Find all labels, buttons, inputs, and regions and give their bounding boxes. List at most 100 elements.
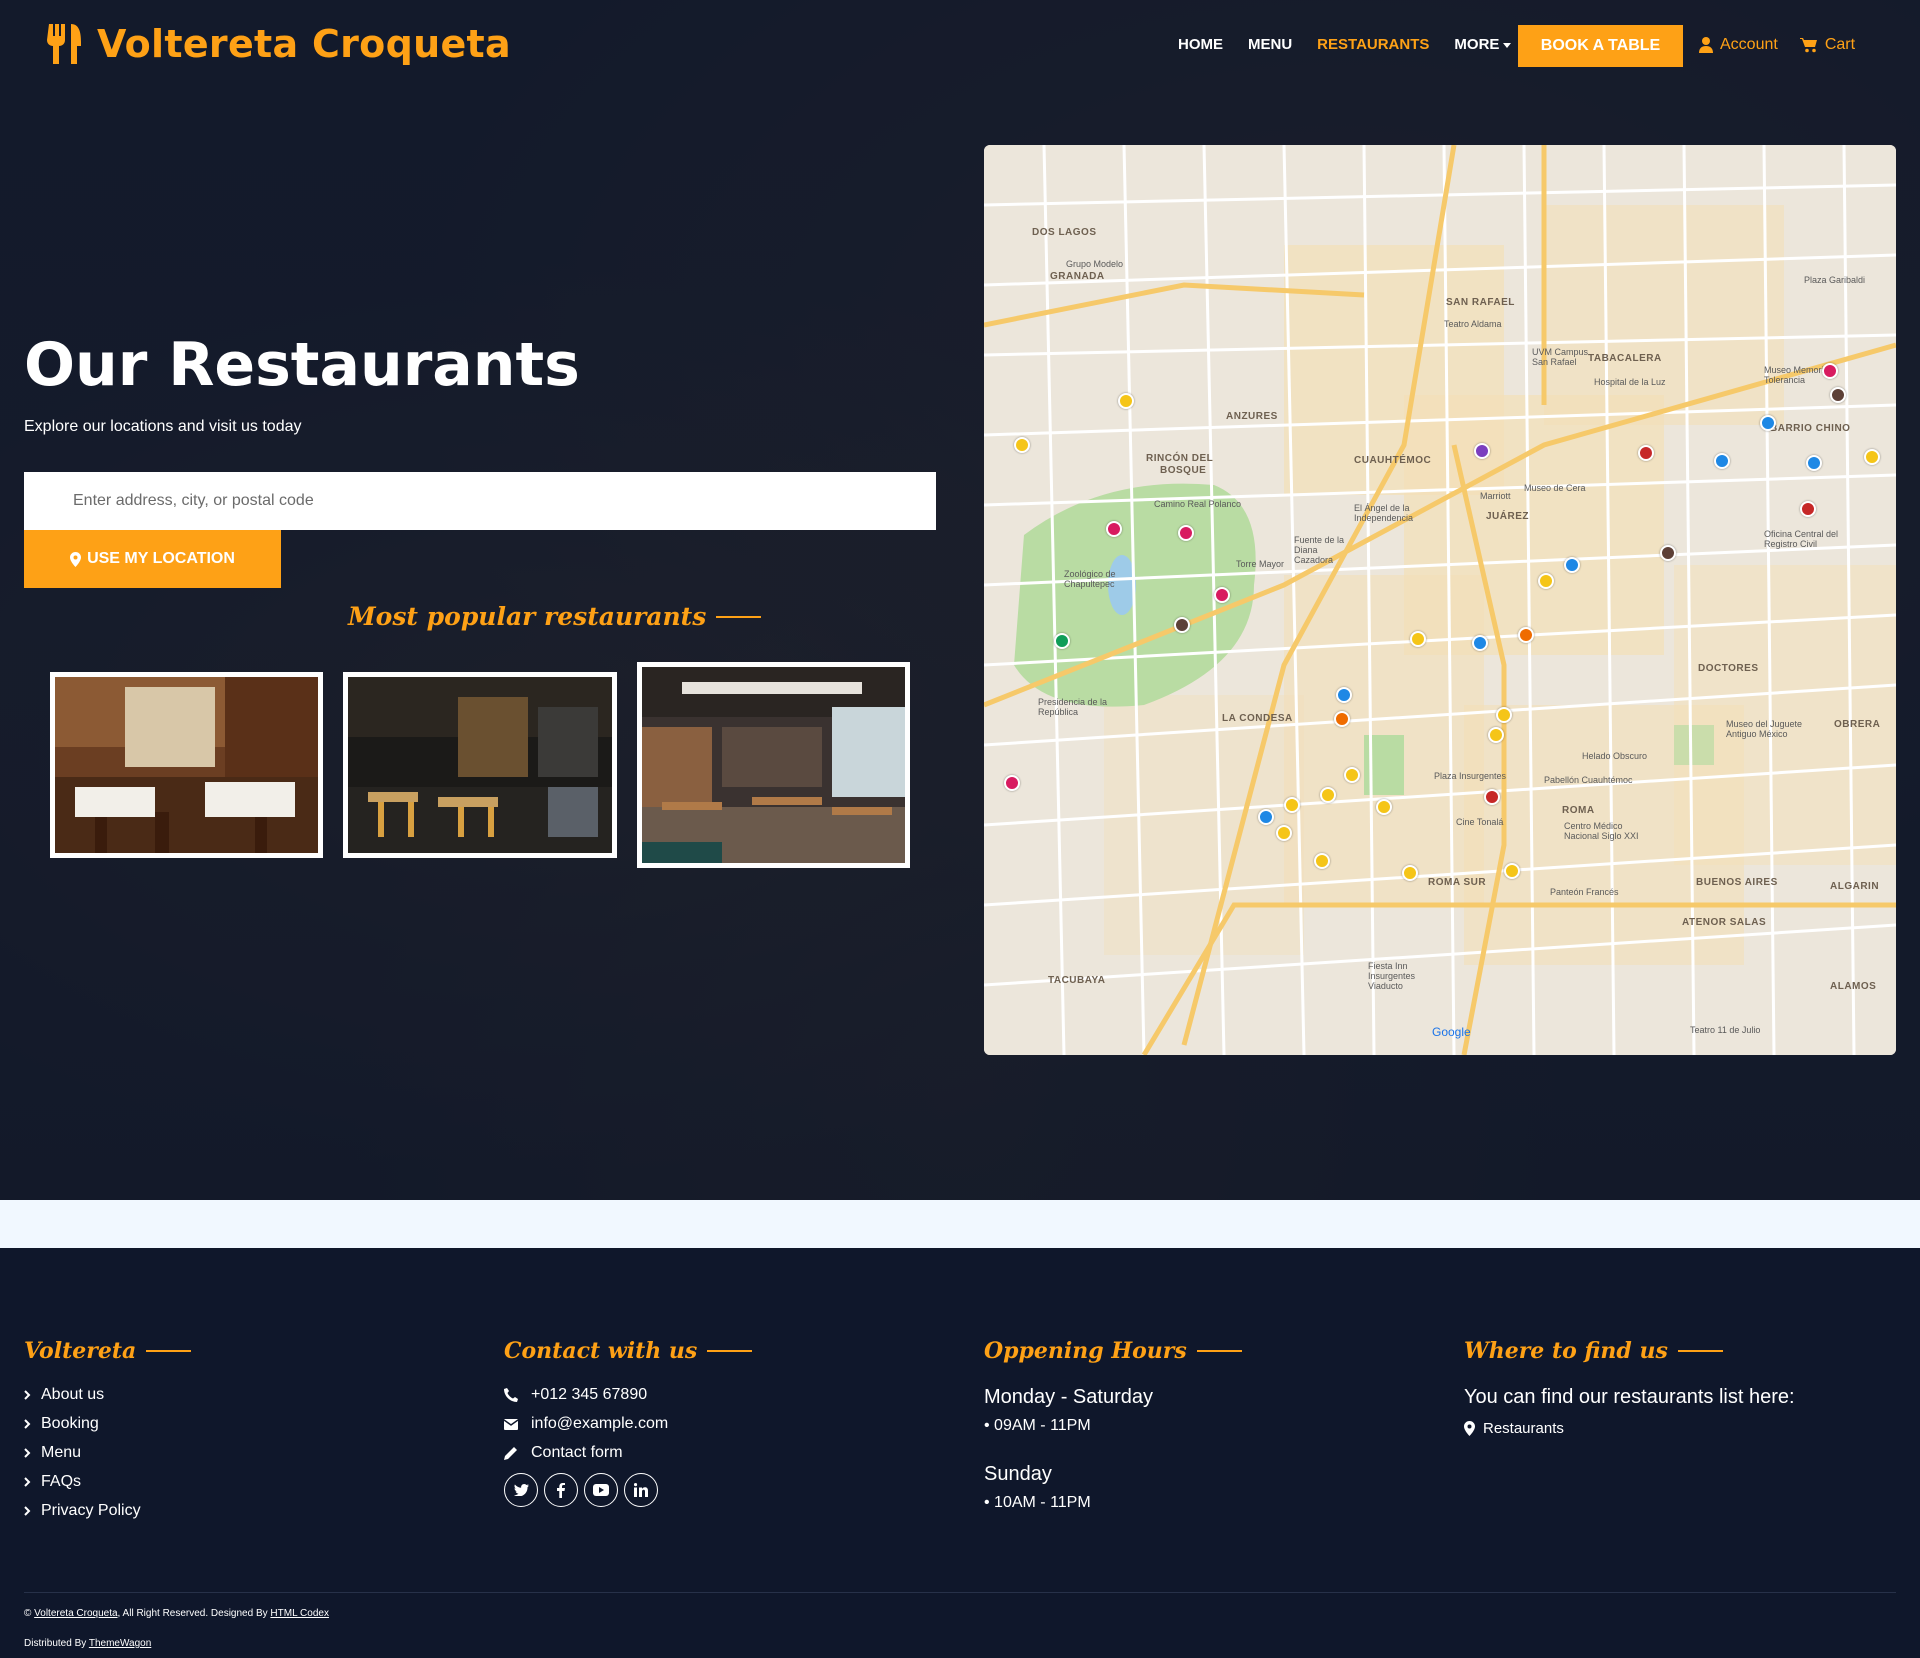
map-pin-restaurant[interactable] xyxy=(1504,863,1520,879)
nav-menu-link[interactable]: MENU xyxy=(1248,36,1292,53)
map-pin-restaurant[interactable] xyxy=(1638,445,1654,461)
map-label-chapultepec: Zoológico de Chapultepec xyxy=(1064,569,1116,589)
map-label-bosque: BOSQUE xyxy=(1160,465,1207,476)
twitter-button[interactable] xyxy=(504,1473,538,1507)
map-pin-restaurant[interactable] xyxy=(1472,635,1488,651)
restaurant-photo-3[interactable] xyxy=(637,662,910,868)
address-search-input[interactable] xyxy=(24,472,936,530)
map-pin-restaurant[interactable] xyxy=(1410,631,1426,647)
heading-divider xyxy=(1196,1350,1242,1352)
map-pin-restaurant[interactable] xyxy=(1334,711,1350,727)
youtube-button[interactable] xyxy=(584,1473,618,1507)
heading-divider xyxy=(707,1350,753,1352)
map-label-cine: Cine Tonalá xyxy=(1456,817,1504,827)
book-table-button[interactable]: BOOK A TABLE xyxy=(1518,25,1683,67)
map-pin-restaurant[interactable] xyxy=(1118,393,1134,409)
distributed-text: Distributed By ThemeWagon xyxy=(24,1638,151,1649)
linkedin-button[interactable] xyxy=(624,1473,658,1507)
designer-link[interactable]: HTML Codex xyxy=(270,1608,329,1619)
footer-link-privacy[interactable]: Privacy Policy xyxy=(24,1502,191,1520)
nav-more[interactable]: MORE xyxy=(1454,36,1512,53)
map-pin-restaurant[interactable] xyxy=(1054,633,1070,649)
map-pin-restaurant[interactable] xyxy=(1564,557,1580,573)
popular-heading-text: Most popular restaurants xyxy=(348,602,707,631)
restaurant-photo-2[interactable] xyxy=(343,672,617,858)
nav-user-actions: Account Cart xyxy=(1699,36,1877,54)
map-pin-restaurant[interactable] xyxy=(1214,587,1230,603)
map-pin-restaurant[interactable] xyxy=(1336,687,1352,703)
map-label-plaza-garibaldi: Plaza Garibaldi xyxy=(1804,275,1866,285)
map-pin-restaurant[interactable] xyxy=(1106,521,1122,537)
page-subtitle: Explore our locations and visit us today xyxy=(24,418,302,435)
footer-heading-text: Voltereta xyxy=(24,1338,137,1364)
map-label-teatro-julio: Teatro 11 de Julio xyxy=(1690,1025,1761,1035)
map-marker-icon xyxy=(70,551,82,567)
map-pin-restaurant[interactable] xyxy=(1344,767,1360,783)
map-pin-restaurant[interactable] xyxy=(1822,363,1838,379)
popular-heading: Most popular restaurants xyxy=(348,602,762,631)
contact-form-link[interactable]: Contact form xyxy=(504,1444,752,1462)
footer-link-list: About us Booking Menu FAQs Privacy Polic… xyxy=(24,1386,191,1520)
nav-restaurants[interactable]: RESTAURANTS xyxy=(1317,36,1429,53)
map-pin-restaurant[interactable] xyxy=(1714,453,1730,469)
map-pin-restaurant[interactable] xyxy=(1830,387,1846,403)
distributor-link[interactable]: ThemeWagon xyxy=(89,1638,151,1649)
hours-time-sunday: • 10AM - 11PM xyxy=(984,1494,1091,1511)
footer-link-faqs[interactable]: FAQs xyxy=(24,1473,191,1491)
account-link[interactable]: Account xyxy=(1699,36,1778,54)
map-pin-restaurant[interactable] xyxy=(1376,799,1392,815)
nav-home[interactable]: HOME xyxy=(1178,36,1223,53)
chevron-right-icon xyxy=(24,1506,31,1516)
map-pin-restaurant[interactable] xyxy=(1174,617,1190,633)
footer-heading-text: Contact with us xyxy=(504,1338,698,1364)
restaurant-photo-1[interactable] xyxy=(50,672,323,858)
map-pin-restaurant[interactable] xyxy=(1518,627,1534,643)
map-pin-restaurant[interactable] xyxy=(1660,545,1676,561)
copyright-brand-link[interactable]: Voltereta Croqueta xyxy=(34,1608,117,1619)
map-pin-restaurant[interactable] xyxy=(1864,449,1880,465)
footer-col-location: Where to find us You can find our restau… xyxy=(1464,1338,1795,1448)
contact-list: +012 345 67890 info@example.com Contact … xyxy=(504,1386,752,1462)
map-pin-restaurant[interactable] xyxy=(1314,853,1330,869)
map-label-tabacalera: TABACALERA xyxy=(1588,353,1662,364)
use-my-location-button[interactable]: USE MY LOCATION xyxy=(24,530,281,588)
map-pin-restaurant[interactable] xyxy=(1760,415,1776,431)
map-label-alamos: ALAMOS xyxy=(1830,981,1877,992)
map-pin-restaurant[interactable] xyxy=(1488,727,1504,743)
phone-icon xyxy=(504,1388,518,1402)
facebook-button[interactable] xyxy=(544,1473,578,1507)
map-pin-restaurant[interactable] xyxy=(1258,809,1274,825)
map-pin-restaurant[interactable] xyxy=(1800,501,1816,517)
map-pin-restaurant[interactable] xyxy=(1806,455,1822,471)
map-pin-restaurant[interactable] xyxy=(1178,525,1194,541)
map-label-torre: Torre Mayor xyxy=(1236,559,1285,569)
restaurants-map[interactable]: DOS LAGOS GRANADA Grupo Modelo ANZURES R… xyxy=(984,145,1896,1055)
copyright-mid: , All Right Reserved. Designed By xyxy=(117,1608,268,1619)
account-label: Account xyxy=(1720,36,1778,53)
restaurant-interior-image xyxy=(55,677,318,853)
map-pin-restaurant[interactable] xyxy=(1004,775,1020,791)
brand-logo[interactable]: Voltereta Croqueta xyxy=(47,22,511,66)
map-pin-restaurant[interactable] xyxy=(1484,789,1500,805)
contact-phone[interactable]: +012 345 67890 xyxy=(504,1386,752,1404)
map-pin-restaurant[interactable] xyxy=(1276,825,1292,841)
map-pin-restaurant[interactable] xyxy=(1474,443,1490,459)
footer-link-menu[interactable]: Menu xyxy=(24,1444,191,1462)
map-label-panteon: Panteón Francés xyxy=(1550,887,1619,897)
map-pin-restaurant[interactable] xyxy=(1496,707,1512,723)
map-pin-restaurant[interactable] xyxy=(1538,573,1554,589)
restaurants-list-link[interactable]: Restaurants xyxy=(1464,1419,1795,1437)
footer-link-booking[interactable]: Booking xyxy=(24,1415,191,1433)
footer-link-about[interactable]: About us xyxy=(24,1386,191,1404)
copyright-symbol: © xyxy=(24,1608,32,1619)
map-pin-restaurant[interactable] xyxy=(1402,865,1418,881)
map-pin-restaurant[interactable] xyxy=(1284,797,1300,813)
chevron-right-icon xyxy=(24,1477,31,1487)
cart-link[interactable]: Cart xyxy=(1799,36,1855,54)
hours-day-sunday: Sunday xyxy=(984,1463,1052,1485)
contact-email[interactable]: info@example.com xyxy=(504,1415,752,1433)
map-pin-restaurant[interactable] xyxy=(1014,437,1030,453)
map-pin-restaurant[interactable] xyxy=(1320,787,1336,803)
footer-heading: Where to find us xyxy=(1464,1338,1795,1364)
map-marker-icon xyxy=(1464,1420,1475,1436)
